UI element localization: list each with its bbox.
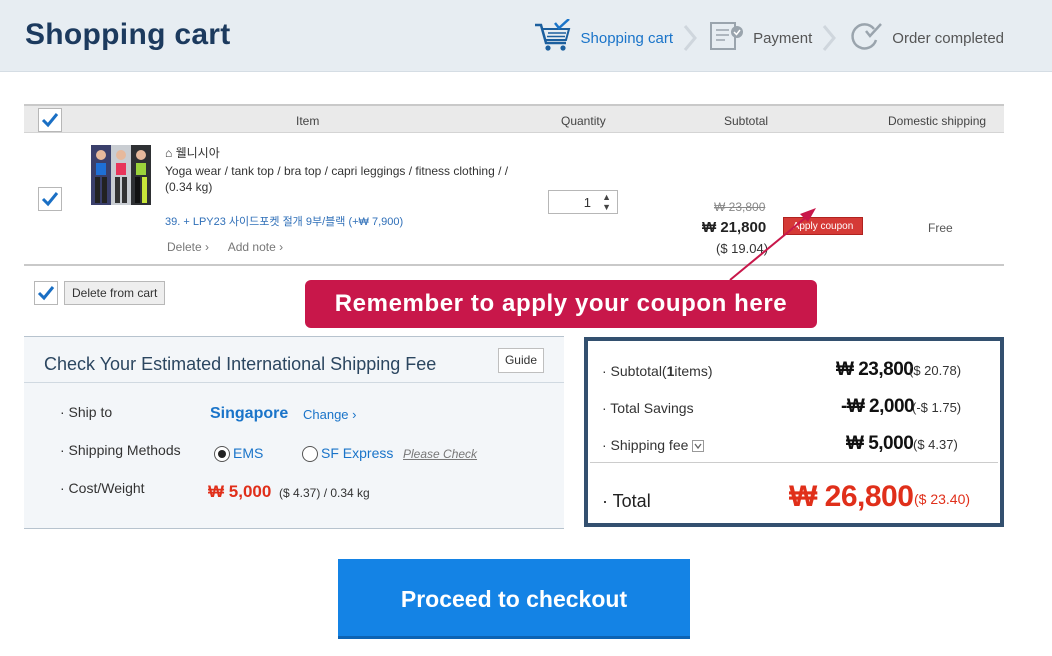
cost-weight-label: · Cost/Weight xyxy=(60,480,145,496)
shipping-methods-label: · Shipping Methods xyxy=(60,442,181,458)
quantity-stepper[interactable]: 1 ▲ ▼ xyxy=(548,190,618,214)
coupon-callout: Remember to apply your coupon here xyxy=(305,280,817,328)
order-summary: · Subtotal(1items) ₩ 23,800 ($ 20.78) · … xyxy=(584,337,1004,527)
subtotal-usd: ($ 20.78) xyxy=(909,363,962,378)
subtotal-value: ₩ 23,800 xyxy=(836,359,914,380)
ship-to-label: · Ship to xyxy=(60,404,113,420)
col-header-item: Item xyxy=(296,114,320,128)
step-label: Shopping cart xyxy=(580,29,674,47)
shop-name[interactable]: ⌂ 웰니시아 xyxy=(165,144,220,161)
domestic-shipping-value: Free xyxy=(928,221,953,235)
step-shopping-cart: Shopping cart xyxy=(533,18,674,57)
shipping-estimate-header: Check Your Estimated International Shipp… xyxy=(24,337,564,383)
table-header: Item Quantity Subtotal Domestic shipping xyxy=(24,104,1004,133)
step-label: Payment xyxy=(753,29,813,47)
col-header-subtotal: Subtotal xyxy=(724,114,769,128)
summary-divider xyxy=(590,462,998,463)
checkmark-icon xyxy=(37,286,55,301)
select-all-bottom-checkbox[interactable] xyxy=(34,281,58,305)
shipping-estimate-panel: Check Your Estimated International Shipp… xyxy=(24,336,564,529)
ems-radio[interactable] xyxy=(214,446,230,462)
sf-express-radio[interactable] xyxy=(302,446,318,462)
table-row: ⌂ 웰니시아 Yoga wear / tank top / bra top / … xyxy=(24,133,1004,266)
subtotal-label: · Subtotal(1items) xyxy=(602,363,713,379)
cart-table: Item Quantity Subtotal Domestic shipping xyxy=(24,104,1004,266)
quantity-value[interactable]: 1 xyxy=(584,195,591,210)
callout-arrow-icon xyxy=(729,208,816,281)
add-note-link[interactable]: Add note › xyxy=(228,240,283,254)
item-title[interactable]: Yoga wear / tank top / bra top / capri l… xyxy=(165,163,525,195)
ship-to-country: Singapore xyxy=(210,405,289,422)
total-savings-value: -₩ 2,000 xyxy=(841,396,915,417)
total-label: · Total xyxy=(602,491,651,511)
shipping-cost-value: ₩ 5,000 xyxy=(208,482,272,501)
col-header-shipping: Domestic shipping xyxy=(888,114,987,128)
shipping-fee-value: ₩ 5,000 xyxy=(846,433,914,454)
page-title: Shopping cart xyxy=(25,18,231,51)
product-thumbnail[interactable] xyxy=(91,145,151,205)
checkout-steps: Shopping cart Payment Order completed xyxy=(533,18,1004,57)
proceed-to-checkout-button[interactable]: Proceed to checkout xyxy=(338,559,690,639)
shipping-fee-usd: ($ 4.37) xyxy=(913,437,958,452)
order-complete-icon xyxy=(848,20,892,56)
item-actions: Delete › Add note › xyxy=(167,240,299,254)
delete-from-cart-button[interactable]: Delete from cart xyxy=(64,281,166,305)
col-header-quantity: Quantity xyxy=(561,114,606,128)
cart-icon xyxy=(533,18,581,57)
checkmark-icon xyxy=(41,192,59,207)
delete-item-link[interactable]: Delete › xyxy=(167,240,209,254)
item-option: 39. + LPY23 사이드포켓 절개 9부/블랙 (+₩ 7,900) xyxy=(165,216,404,228)
shipping-fee-label: · Shipping fee xyxy=(602,437,705,453)
total-value: ₩ 26,800 xyxy=(789,480,914,513)
total-savings-usd: (-$ 1.75) xyxy=(912,400,962,415)
step-payment: Payment xyxy=(709,20,812,56)
shipping-cost-detail: ($ 4.37) / 0.34 kg xyxy=(279,486,370,500)
ems-label[interactable]: EMS xyxy=(233,445,263,461)
guide-button[interactable]: Guide xyxy=(497,348,544,373)
step-order-completed: Order completed xyxy=(848,20,1004,56)
sf-express-label[interactable]: SF Express xyxy=(321,445,393,461)
header-bar: Shopping cart Shopping cart Payment Orde… xyxy=(0,0,1052,72)
stepper-arrows-icon[interactable]: ▲ ▼ xyxy=(602,192,611,212)
chevron-right-icon xyxy=(683,25,698,51)
shop-icon: ⌂ xyxy=(165,146,173,160)
payment-doc-icon xyxy=(709,20,753,56)
item-checkbox[interactable] xyxy=(38,187,62,211)
change-country-link[interactable]: Change › xyxy=(303,407,356,422)
step-label: Order completed xyxy=(892,29,1004,47)
total-savings-label: · Total Savings xyxy=(602,400,694,416)
chevron-down-icon[interactable] xyxy=(692,440,705,453)
total-usd: ($ 23.40) xyxy=(914,491,971,507)
select-all-checkbox[interactable] xyxy=(38,108,62,132)
please-check-link[interactable]: Please Check xyxy=(403,447,477,461)
shipping-estimate-title: Check Your Estimated International Shipp… xyxy=(44,354,437,374)
checkmark-icon xyxy=(41,113,59,128)
chevron-right-icon xyxy=(823,25,837,51)
